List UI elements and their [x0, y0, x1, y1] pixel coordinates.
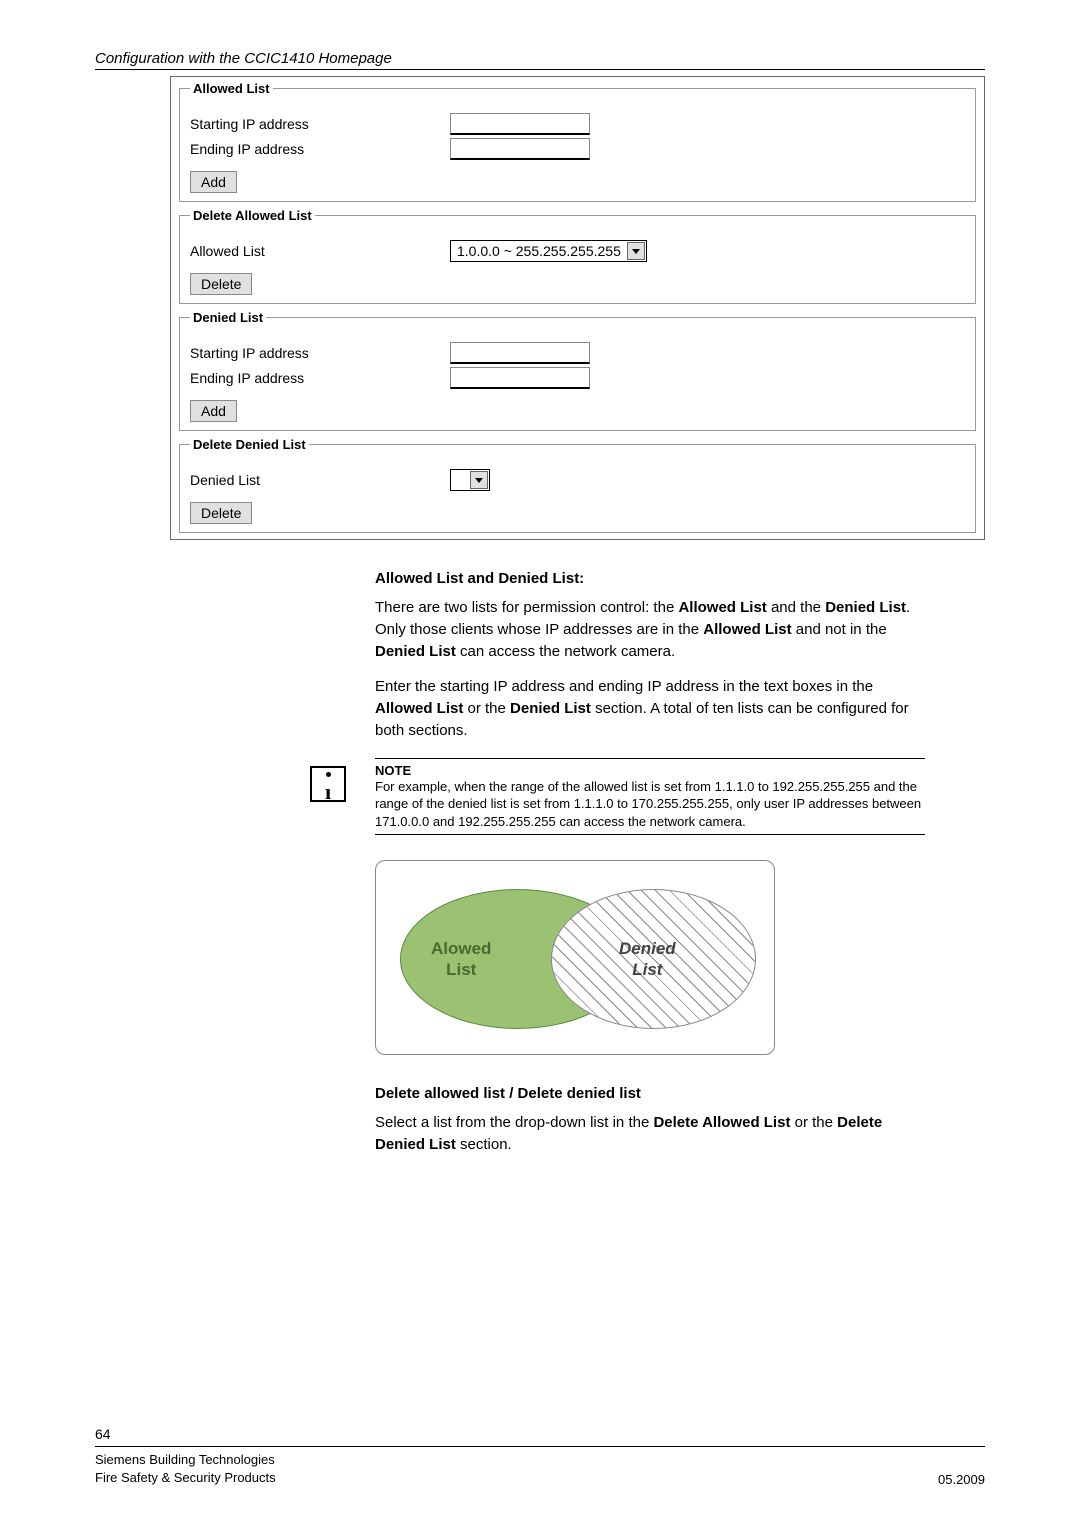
starting-ip-label: Starting IP address: [190, 116, 450, 132]
config-ui-panel: Allowed List Starting IP address Ending …: [170, 76, 985, 540]
delete-allowed-legend: Delete Allowed List: [190, 208, 315, 223]
denied-list-select[interactable]: [450, 469, 490, 491]
allowed-list-fieldset: Allowed List Starting IP address Ending …: [179, 81, 976, 202]
page-title: Configuration with the CCIC1410 Homepage: [95, 50, 985, 70]
starting-ip-label-denied: Starting IP address: [190, 345, 450, 361]
denied-list-legend: Denied List: [190, 310, 266, 325]
allowed-list-select-label: Allowed List: [190, 243, 450, 259]
allowed-list-legend: Allowed List: [190, 81, 273, 96]
add-button-allowed[interactable]: Add: [190, 171, 237, 193]
add-button-denied[interactable]: Add: [190, 400, 237, 422]
page-footer: 64 Siemens Building Technologies Fire Sa…: [95, 1426, 985, 1487]
info-icon: ı: [310, 766, 346, 802]
paragraph-permission-control: There are two lists for permission contr…: [375, 597, 925, 662]
section-heading-delete: Delete allowed list / Delete denied list: [375, 1085, 925, 1102]
ending-ip-label-denied: Ending IP address: [190, 370, 450, 386]
delete-button-allowed[interactable]: Delete: [190, 273, 252, 295]
ending-ip-input-denied[interactable]: [450, 367, 590, 389]
denied-list-fieldset: Denied List Starting IP address Ending I…: [179, 310, 976, 431]
page-number: 64: [95, 1426, 985, 1442]
footer-division: Fire Safety & Security Products: [95, 1469, 276, 1487]
delete-denied-fieldset: Delete Denied List Denied List Delete: [179, 437, 976, 533]
allowed-list-select[interactable]: 1.0.0.0 ~ 255.255.255.255: [450, 240, 647, 262]
footer-company: Siemens Building Technologies: [95, 1451, 276, 1469]
diagram-allowed-label: AlowedList: [431, 939, 491, 980]
delete-allowed-fieldset: Delete Allowed List Allowed List 1.0.0.0…: [179, 208, 976, 304]
chevron-down-icon: [627, 242, 645, 260]
venn-diagram: AlowedList DeniedList: [375, 860, 775, 1055]
starting-ip-input-allowed[interactable]: [450, 113, 590, 135]
footer-date: 05.2009: [938, 1472, 985, 1487]
chevron-down-icon: [470, 471, 488, 489]
note-text: For example, when the range of the allow…: [375, 778, 925, 831]
delete-denied-legend: Delete Denied List: [190, 437, 309, 452]
diagram-denied-label: DeniedList: [619, 939, 676, 980]
denied-list-select-label: Denied List: [190, 472, 450, 488]
starting-ip-input-denied[interactable]: [450, 342, 590, 364]
paragraph-enter-ip: Enter the starting IP address and ending…: [375, 676, 925, 741]
section-heading-lists: Allowed List and Denied List:: [375, 570, 925, 587]
allowed-list-select-value: 1.0.0.0 ~ 255.255.255.255: [451, 243, 627, 259]
delete-button-denied[interactable]: Delete: [190, 502, 252, 524]
ending-ip-label: Ending IP address: [190, 141, 450, 157]
ending-ip-input-allowed[interactable]: [450, 138, 590, 160]
note-heading: NOTE: [375, 763, 925, 778]
paragraph-select-list: Select a list from the drop-down list in…: [375, 1112, 925, 1156]
